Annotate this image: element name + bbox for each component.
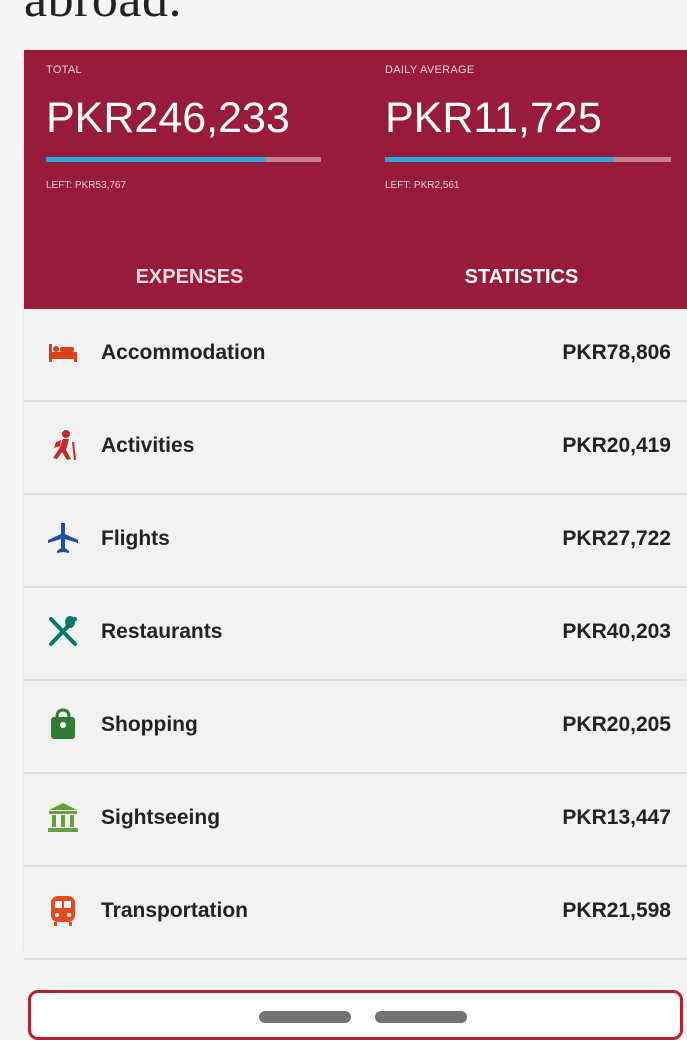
- daily-average-progress-fill: [385, 157, 614, 162]
- category-name: Flights: [101, 527, 170, 550]
- category-amount: PKR20,419: [562, 434, 671, 457]
- total-value: PKR246,233: [46, 94, 290, 142]
- category-amount: PKR20,205: [562, 713, 671, 736]
- category-amount: PKR40,203: [562, 620, 671, 643]
- category-name: Restaurants: [101, 620, 223, 643]
- train-icon: [51, 896, 75, 926]
- category-amount: PKR13,447: [562, 806, 671, 829]
- hiker-icon: [53, 430, 76, 461]
- category-amount: PKR21,598: [562, 899, 671, 922]
- expense-row-activities[interactable]: Activities PKR20,419: [24, 402, 687, 495]
- category-name: Accommodation: [101, 341, 266, 364]
- category-name: Sightseeing: [101, 806, 221, 829]
- category-amount: PKR27,722: [562, 527, 671, 550]
- daily-average-progress-bar: [385, 157, 671, 162]
- category-name: Activities: [101, 434, 195, 457]
- expense-row-restaurants[interactable]: Restaurants PKR40,203: [24, 588, 687, 681]
- tab-expenses[interactable]: EXPENSES: [24, 250, 355, 312]
- shopping-bag-icon: [51, 708, 75, 739]
- category-name: Shopping: [101, 713, 198, 736]
- total-left: LEFT: PKR53,767: [46, 180, 127, 191]
- daily-average-summary: DAILY AVERAGE PKR11,725 LEFT: PKR2,561: [385, 50, 671, 250]
- daily-average-label: DAILY AVERAGE: [385, 64, 475, 76]
- button-label-partial: [259, 1011, 351, 1023]
- expense-row-transportation[interactable]: Transportation PKR21,598: [24, 867, 687, 960]
- page-heading: abroad.: [24, 0, 182, 29]
- total-progress-bar: [46, 157, 321, 162]
- monument-icon: [48, 803, 78, 832]
- expense-row-shopping[interactable]: Shopping PKR20,205: [24, 681, 687, 774]
- category-amount: PKR78,806: [562, 341, 671, 364]
- bed-icon: [49, 344, 77, 362]
- expense-row-sightseeing[interactable]: Sightseeing PKR13,447: [24, 774, 687, 867]
- daily-average-left: LEFT: PKR2,561: [385, 180, 460, 191]
- expense-category-list: Accommodation PKR78,806 Activities PKR20…: [24, 309, 687, 960]
- button-label-partial: [375, 1011, 467, 1023]
- airplane-icon: [48, 523, 78, 553]
- tab-statistics[interactable]: STATISTICS: [356, 250, 687, 312]
- expense-row-flights[interactable]: Flights PKR27,722: [24, 495, 687, 588]
- total-label: TOTAL: [46, 64, 82, 76]
- daily-average-value: PKR11,725: [385, 94, 602, 142]
- category-name: Transportation: [101, 899, 249, 922]
- bottom-action-button[interactable]: [28, 990, 683, 1040]
- utensils-icon: [49, 616, 77, 646]
- summary-header: TOTAL PKR246,233 LEFT: PKR53,767 DAILY A…: [24, 50, 687, 316]
- total-progress-fill: [46, 157, 266, 162]
- total-summary: TOTAL PKR246,233 LEFT: PKR53,767: [46, 50, 321, 250]
- expense-row-accommodation[interactable]: Accommodation PKR78,806: [24, 309, 687, 402]
